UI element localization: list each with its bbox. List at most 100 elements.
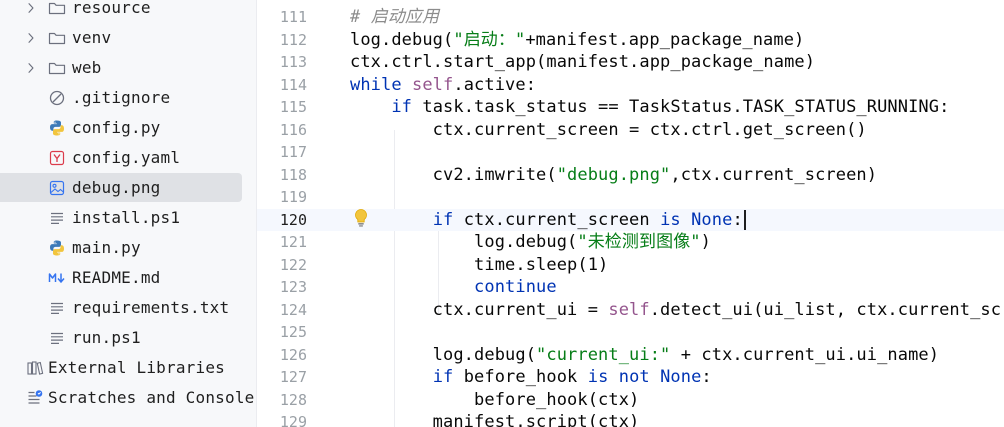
tree-item[interactable]: main.py (0, 232, 256, 262)
code-line[interactable]: 121 log.debug("未检测到图像") (257, 231, 1004, 254)
tree-item-label: install.ps1 (72, 208, 181, 227)
code-line[interactable]: 117 (257, 141, 1004, 164)
text-caret (744, 209, 746, 230)
code-text: ctx.current_screen = ctx.ctrl.get_screen… (350, 119, 867, 142)
code-token: manifest.script(ctx) (350, 412, 640, 427)
code-line[interactable]: 116 ctx.current_screen = ctx.ctrl.get_sc… (257, 119, 1004, 142)
image-icon (48, 179, 66, 197)
code-token: continue (474, 277, 557, 297)
code-token: ctx.current_ui = (350, 299, 609, 320)
code-line[interactable]: 118 cv2.imwrite("debug.png",ctx.current_… (257, 164, 1004, 187)
tree-item[interactable]: requirements.txt (0, 292, 256, 322)
libraries-icon (26, 359, 44, 377)
folder-icon (48, 0, 66, 17)
code-text: cv2.imwrite("debug.png",ctx.current_scre… (350, 164, 877, 187)
code-line[interactable]: 125 (257, 321, 1004, 344)
line-number: 116 (279, 120, 307, 139)
line-number: 113 (279, 53, 307, 71)
yaml-icon (48, 149, 66, 167)
code-token: : (732, 209, 743, 230)
tree-item[interactable]: run.ps1 (0, 322, 256, 352)
line-number: 119 (279, 188, 307, 206)
text-file-icon (48, 209, 66, 227)
code-token: "启动：" (453, 29, 526, 50)
code-line[interactable]: 120 if ctx.current_screen is None: (257, 208, 1004, 232)
tree-item[interactable]: Scratches and Consoles (0, 382, 256, 412)
code-line[interactable]: 119 (257, 186, 1004, 209)
tree-item[interactable]: venv (0, 22, 256, 52)
line-number: 118 (279, 165, 307, 184)
tree-item[interactable]: web (0, 52, 256, 82)
line-number: 129 (279, 413, 307, 427)
tree-item-label: Scratches and Consoles (48, 388, 256, 407)
line-number: 126 (279, 345, 307, 364)
code-line[interactable]: 122 time.sleep(1) (257, 254, 1004, 277)
tree-item[interactable]: External Libraries (0, 352, 256, 382)
code-line[interactable]: 114 while self.active: (257, 74, 1004, 97)
code-line[interactable]: 112 log.debug("启动："+manifest.app_package_… (257, 29, 1004, 52)
tree-item[interactable]: install.ps1 (0, 202, 256, 232)
code-token: "current_ui:" (536, 344, 671, 365)
code-line[interactable]: 127 if before_hook is not None: (257, 366, 1004, 389)
chevron-right-icon[interactable] (24, 30, 38, 44)
code-token: : (701, 367, 712, 387)
code-text: while self.active: (350, 74, 536, 97)
code-token: ctx.current_screen (463, 209, 661, 230)
code-text: # 启动应用 (350, 6, 439, 29)
code-token: if (391, 97, 423, 117)
code-text: continue (350, 276, 557, 299)
code-editor[interactable]: 111 # 启动应用 112 log.debug("启动："+manifest.app… (257, 0, 1004, 427)
tree-item-label: debug.png (72, 178, 161, 197)
folder-icon (48, 59, 66, 77)
code-line[interactable]: 111 # 启动应用 (257, 6, 1004, 29)
project-tree-panel: resource venv web .gitignore config.py config… (0, 0, 256, 427)
tree-item[interactable]: config.py (0, 112, 256, 142)
scratches-icon (26, 389, 44, 407)
code-text: if task.task_status == TaskStatus.TASK_S… (350, 96, 949, 119)
code-line[interactable]: 126 log.debug("current_ui:" + ctx.curren… (257, 344, 1004, 367)
tree-item-label: run.ps1 (72, 328, 141, 347)
chevron-right-icon[interactable] (24, 0, 38, 14)
code-token: "未检测到图像" (577, 232, 701, 252)
line-number: 125 (279, 323, 307, 341)
code-text: if ctx.current_screen is None: (350, 209, 743, 232)
code-line[interactable]: 124 ctx.current_ui = self.detect_ui(ui_l… (257, 299, 1004, 322)
code-token: ) (700, 232, 711, 252)
tree-item[interactable]: README.md (0, 262, 256, 292)
code-token: if (432, 367, 464, 387)
line-number: 111 (279, 8, 307, 26)
lightbulb-icon[interactable] (353, 208, 369, 228)
tree-item[interactable]: resource (0, 0, 256, 22)
tree-item[interactable]: .gitignore (0, 82, 256, 112)
line-number: 120 (279, 210, 307, 229)
markdown-icon (48, 269, 66, 287)
line-number: 124 (279, 300, 307, 319)
code-line[interactable]: 123 continue (257, 276, 1004, 299)
tree-item-label: main.py (72, 238, 141, 257)
code-line[interactable]: 113 ctx.ctrl.start_app(manifest.app_packa… (257, 51, 1004, 74)
folder-icon (48, 29, 66, 47)
code-token: +manifest.app_package_name) (525, 29, 805, 50)
code-token: ctx.current_screen = ctx.ctrl.get_screen… (350, 119, 867, 140)
code-line[interactable]: 129 manifest.script(ctx) (257, 411, 1004, 427)
line-number: 128 (279, 390, 307, 409)
code-line[interactable]: 115 if task.task_status == TaskStatus.TA… (257, 96, 1004, 119)
code-text: before_hook(ctx) (350, 389, 639, 412)
code-token: task.task_status == TaskStatus.TASK_STAT… (422, 97, 950, 117)
code-text: log.debug("未检测到图像") (350, 231, 711, 254)
code-token: .active: (453, 74, 537, 95)
code-token: log.debug( (350, 344, 537, 365)
tree-item-label: config.yaml (72, 148, 181, 167)
code-token: self (412, 74, 454, 95)
code-token: while (350, 74, 413, 95)
line-number: 112 (279, 30, 307, 49)
code-token: log.debug( (350, 29, 454, 50)
tree-item[interactable]: config.yaml (0, 142, 256, 172)
code-token: cv2.imwrite( (350, 164, 557, 185)
code-token: .detect_ui(ui_list, ctx.current_screen) (649, 299, 1004, 320)
chevron-right-icon[interactable] (24, 60, 38, 74)
code-line[interactable]: 128 before_hook(ctx) (257, 389, 1004, 412)
line-number: 127 (279, 368, 307, 386)
tree-item[interactable]: debug.png (0, 172, 256, 202)
